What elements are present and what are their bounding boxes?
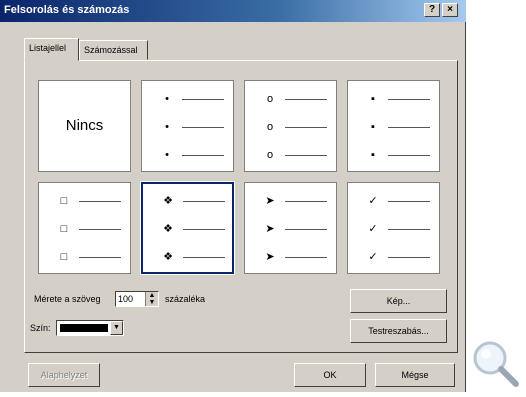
tab-szamozassal[interactable]: Számozással <box>79 40 148 60</box>
dot-bullet-icon: • <box>165 121 169 133</box>
color-swatch <box>60 324 108 332</box>
magnifier-icon[interactable] <box>466 336 526 392</box>
circle-bullet-icon: o <box>266 93 274 105</box>
title-bar[interactable]: Felsorolás és számozás ? × <box>0 0 466 22</box>
color-dropdown[interactable]: ▼ <box>56 320 124 336</box>
arrow-bullet-icon: ➤ <box>265 195 275 207</box>
bullet-option-square[interactable]: ▪ ▪ ▪ <box>347 80 440 172</box>
diamond-bullet-icon: ❖ <box>163 223 173 235</box>
bullet-option-diamond[interactable]: ❖ ❖ ❖ <box>140 181 235 275</box>
hollow-square-bullet-icon: □ <box>60 251 68 263</box>
cancel-button[interactable]: Mégse <box>375 363 455 387</box>
hollow-square-bullet-icon: □ <box>60 223 68 235</box>
dot-bullet-icon: • <box>165 93 169 105</box>
checkmark-bullet-icon: ✓ <box>368 195 378 207</box>
hollow-square-bullet-icon: □ <box>60 195 68 207</box>
size-spinner[interactable]: 100 ▲ ▼ <box>115 291 159 307</box>
ok-button[interactable]: OK <box>294 363 366 387</box>
checkmark-bullet-icon: ✓ <box>368 251 378 263</box>
bullet-option-arrow[interactable]: ➤ ➤ ➤ <box>244 182 337 274</box>
bullet-option-circle[interactable]: o o o <box>244 80 337 172</box>
picture-button[interactable]: Kép... <box>350 289 447 313</box>
arrow-bullet-icon: ➤ <box>265 251 275 263</box>
bullets-numbering-dialog: Felsorolás és számozás ? × Listajellel S… <box>0 0 466 392</box>
circle-bullet-icon: o <box>266 149 274 161</box>
chevron-down-icon[interactable]: ▼ <box>110 321 123 335</box>
reset-button[interactable]: Alaphelyzet <box>28 363 100 387</box>
bullet-option-hollow-square[interactable]: □ □ □ <box>38 182 131 274</box>
circle-bullet-icon: o <box>266 121 274 133</box>
size-label: Mérete a szöveg <box>34 294 101 304</box>
size-suffix-label: százaléka <box>165 294 206 304</box>
size-value: 100 <box>118 294 134 304</box>
square-bullet-icon: ▪ <box>371 121 375 133</box>
checkmark-bullet-icon: ✓ <box>368 223 378 235</box>
close-button[interactable]: × <box>442 3 458 17</box>
help-button[interactable]: ? <box>424 3 440 17</box>
spinner-arrows-icon[interactable]: ▲ ▼ <box>145 292 158 306</box>
dot-bullet-icon: • <box>165 149 169 161</box>
tab-listajellel[interactable]: Listajellel <box>24 38 79 61</box>
arrow-bullet-icon: ➤ <box>265 223 275 235</box>
bullet-option-checkmark[interactable]: ✓ ✓ ✓ <box>347 182 440 274</box>
diamond-bullet-icon: ❖ <box>163 251 173 263</box>
bullet-option-none[interactable]: Nincs <box>38 80 131 172</box>
color-label: Szín: <box>30 323 51 333</box>
bullet-option-dot[interactable]: • • • <box>141 80 234 172</box>
customize-button[interactable]: Testreszabás... <box>350 319 447 343</box>
diamond-bullet-icon: ❖ <box>163 195 173 207</box>
square-bullet-icon: ▪ <box>371 149 375 161</box>
window-title: Felsorolás és számozás <box>4 4 130 16</box>
none-label: Nincs <box>65 117 104 134</box>
square-bullet-icon: ▪ <box>371 93 375 105</box>
